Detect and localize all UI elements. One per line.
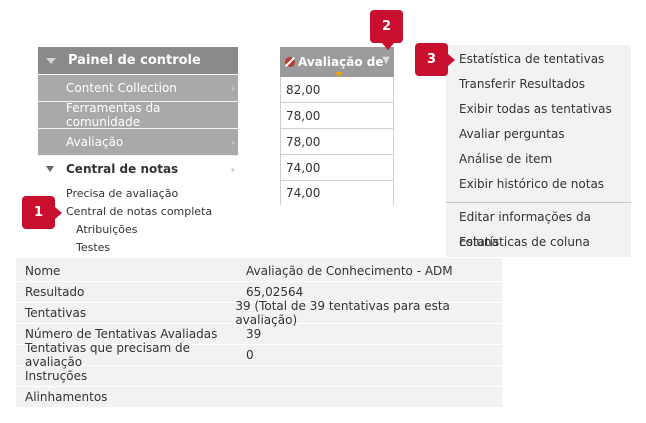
expand-triangle-icon — [46, 166, 54, 172]
info-row: Alinhamentos — [16, 387, 502, 408]
column-info-table: Nome Avaliação de Conhecimento - ADM Res… — [16, 258, 502, 408]
grade-column: Avaliação de ▼ 82,00 78,00 78,00 74,00 7… — [280, 47, 394, 205]
submenu-testes[interactable]: Testes — [38, 239, 238, 257]
info-value: 39 — [246, 327, 262, 341]
info-key: Resultado — [25, 285, 85, 299]
info-key: Tentativas que precisam de avaliação — [25, 341, 191, 369]
panel-item-label: Central de notas — [66, 162, 179, 176]
chevron-down-icon[interactable]: ▼ — [382, 55, 390, 66]
info-value: 65,02564 — [246, 285, 304, 299]
chevron-right-icon: › — [230, 81, 235, 95]
column-context-menu: Estatística de tentativas Transferir Res… — [446, 45, 631, 257]
menu-item-analise-de-item[interactable]: Análise de item — [446, 147, 631, 172]
panel-item-label: Ferramentas da comunidade — [66, 101, 161, 129]
grade-cell[interactable]: 78,00 — [280, 129, 394, 155]
info-row: Tentativas que precisam de avaliação 0 — [16, 341, 502, 369]
menu-item-exibir-historico-notas[interactable]: Exibir histórico de notas — [446, 172, 631, 197]
panel-item-ferramentas[interactable]: Ferramentas da comunidade — [38, 101, 238, 129]
grade-cell[interactable]: 78,00 — [280, 103, 394, 129]
menu-item-estatistica-de-tentativas[interactable]: Estatística de tentativas — [446, 47, 631, 72]
menu-item-avaliar-perguntas[interactable]: Avaliar perguntas — [446, 122, 631, 147]
info-row: Tentativas 39 (Total de 39 tentativas pa… — [16, 299, 502, 327]
panel-item-label: Avaliação — [66, 135, 124, 149]
menu-item-estatisticas-de-coluna[interactable]: Estatísticas de coluna — [446, 230, 631, 255]
panel-item-central-de-notas[interactable]: Central de notas › — [38, 156, 238, 182]
chevron-right-icon: › — [230, 135, 235, 149]
grade-column-header[interactable]: Avaliação de ▼ — [280, 47, 394, 77]
submenu-atribuicoes[interactable]: Atribuições — [38, 221, 238, 239]
info-value: Avaliação de Conhecimento - ADM — [246, 264, 453, 278]
control-panel: Painel de controle Content Collection › … — [38, 47, 238, 257]
info-key: Número de Tentativas Avaliadas — [25, 327, 218, 341]
menu-item-transferir-resultados[interactable]: Transferir Resultados — [446, 72, 631, 97]
info-key: Nome — [25, 264, 61, 278]
callout-badge-1: 1 — [22, 196, 62, 229]
panel-item-content-collection[interactable]: Content Collection › — [38, 75, 238, 102]
info-key: Tentativas — [25, 306, 87, 320]
info-value: 39 (Total de 39 tentativas para esta ava… — [235, 299, 450, 327]
info-key: Alinhamentos — [25, 390, 108, 404]
submenu-central-de-notas-completa[interactable]: Central de notas completa — [38, 203, 238, 221]
grade-column-title: Avaliação de — [298, 55, 384, 69]
grade-cell[interactable]: 74,00 — [280, 181, 394, 205]
control-panel-header[interactable]: Painel de controle — [38, 47, 238, 75]
callout-badge-3: 3 — [415, 43, 455, 76]
submenu-precisa-de-avaliacao[interactable]: Precisa de avaliação — [38, 185, 238, 203]
grade-cell[interactable]: 74,00 — [280, 155, 394, 181]
info-value: 0 — [246, 348, 254, 362]
grade-cell[interactable]: 82,00 — [280, 77, 394, 103]
panel-item-label: Content Collection — [66, 81, 177, 95]
control-panel-title: Painel de controle — [68, 53, 201, 68]
info-key: Instruções — [25, 369, 88, 383]
callout-badge-2: 2 — [370, 10, 403, 50]
menu-item-editar-informacoes-coluna[interactable]: Editar informações da coluna — [446, 205, 631, 249]
chevron-right-icon: › — [230, 162, 235, 176]
no-calculation-icon — [285, 57, 295, 67]
info-row: Nome Avaliação de Conhecimento - ADM — [16, 261, 502, 282]
menu-separator — [446, 202, 631, 203]
menu-item-exibir-todas-tentativas[interactable]: Exibir todas as tentativas — [446, 97, 631, 122]
sort-indicator-icon — [335, 72, 343, 77]
info-row: Instruções — [16, 366, 502, 387]
panel-item-avaliacao[interactable]: Avaliação › — [38, 129, 238, 156]
collapse-triangle-icon — [46, 57, 56, 64]
